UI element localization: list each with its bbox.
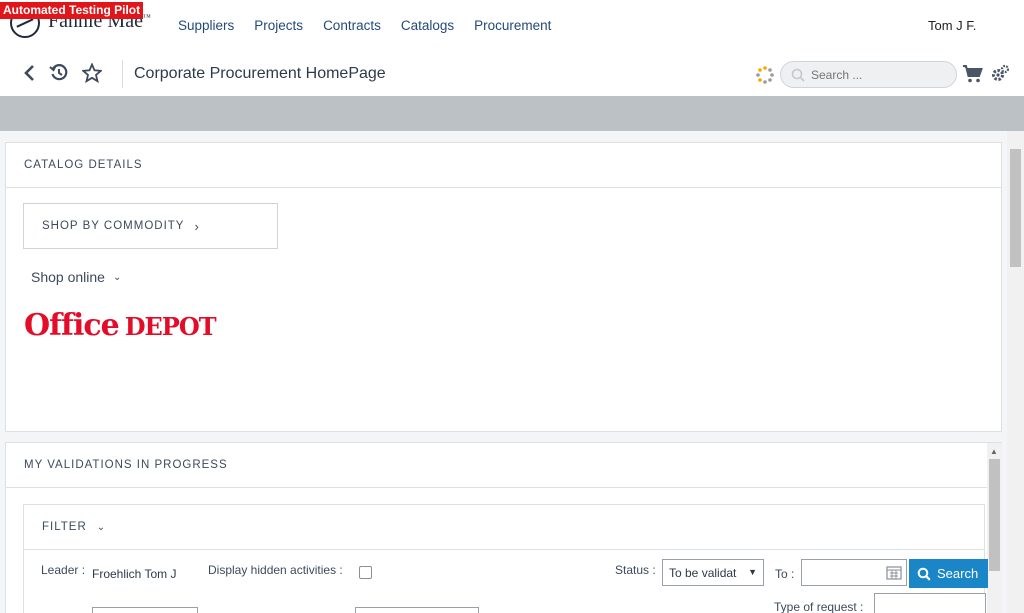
history-icon[interactable] bbox=[48, 62, 70, 84]
secondary-select[interactable] bbox=[355, 607, 479, 613]
settings-gears-icon[interactable] bbox=[990, 64, 1010, 84]
toolbar-divider bbox=[122, 60, 123, 88]
global-search-input[interactable] bbox=[811, 67, 951, 82]
scroll-up-arrow-icon[interactable]: ▲ bbox=[990, 447, 998, 456]
shop-by-commodity-button[interactable]: SHOP BY COMMODITY › bbox=[23, 203, 278, 249]
chevron-down-icon: ⌄ bbox=[112, 271, 122, 283]
to-date-label: To : bbox=[775, 567, 795, 581]
leader-label: Leader : bbox=[41, 563, 86, 577]
shop-by-commodity-label: SHOP BY COMMODITY bbox=[42, 220, 185, 232]
status-select[interactable]: To be validat ▼ bbox=[662, 559, 764, 586]
user-menu[interactable]: Tom J F. bbox=[928, 18, 976, 33]
from-date-field[interactable] bbox=[92, 607, 198, 613]
header-band bbox=[0, 96, 1024, 131]
loading-spinner-icon bbox=[756, 66, 774, 84]
validations-scrollbar-thumb[interactable] bbox=[989, 459, 1000, 571]
catalog-details-header: CATALOG DETAILS bbox=[6, 143, 1001, 188]
office-depot-logo[interactable]: Office DEPOT bbox=[24, 308, 217, 343]
nav-projects[interactable]: Projects bbox=[254, 18, 303, 33]
display-hidden-checkbox[interactable] bbox=[359, 566, 372, 579]
nav-contracts[interactable]: Contracts bbox=[323, 18, 381, 33]
page-scrollbar[interactable] bbox=[1007, 131, 1024, 613]
search-button-label: Search bbox=[937, 566, 979, 581]
type-of-request-label: Type of request : bbox=[774, 600, 864, 613]
to-date-field[interactable] bbox=[801, 559, 907, 586]
nav-catalogs[interactable]: Catalogs bbox=[401, 18, 454, 33]
back-arrow-icon[interactable] bbox=[18, 62, 40, 84]
shop-online-label: Shop online bbox=[31, 269, 105, 285]
status-label: Status : bbox=[615, 563, 656, 577]
leader-value: Froehlich Tom J bbox=[92, 567, 177, 581]
shop-online-dropdown[interactable]: Shop online ⌄ bbox=[31, 269, 121, 285]
page-toolbar: Corporate Procurement HomePage bbox=[0, 52, 1024, 96]
filter-toggle[interactable]: FILTER ⌄ bbox=[24, 505, 984, 550]
nav-suppliers[interactable]: Suppliers bbox=[178, 18, 234, 33]
nav-procurement[interactable]: Procurement bbox=[474, 18, 551, 33]
display-hidden-label: Display hidden activities : bbox=[208, 563, 343, 577]
search-icon bbox=[917, 567, 931, 581]
catalog-details-panel: CATALOG DETAILS SHOP BY COMMODITY › Shop… bbox=[5, 142, 1002, 432]
page-scrollbar-thumb[interactable] bbox=[1010, 149, 1021, 267]
chevron-right-icon: › bbox=[194, 218, 200, 234]
search-icon bbox=[791, 68, 805, 82]
favorite-star-icon[interactable] bbox=[81, 62, 103, 84]
validations-scrollbar[interactable]: ▲ bbox=[987, 443, 1002, 613]
my-validations-header: MY VALIDATIONS IN PROGRESS bbox=[6, 443, 1001, 488]
my-validations-panel: MY VALIDATIONS IN PROGRESS ▲ FILTER ⌄ Le… bbox=[5, 442, 1002, 613]
status-selected-value: To be validat bbox=[669, 565, 737, 580]
automated-testing-badge: Automated Testing Pilot bbox=[0, 2, 144, 19]
search-button[interactable]: Search bbox=[909, 559, 989, 588]
page-title: Corporate Procurement HomePage bbox=[134, 65, 386, 82]
shopping-cart-icon[interactable] bbox=[962, 64, 984, 84]
global-search[interactable] bbox=[780, 61, 957, 88]
chevron-down-icon: ⌄ bbox=[96, 521, 107, 533]
dropdown-arrow-icon: ▼ bbox=[748, 567, 757, 577]
main-nav: Suppliers Projects Contracts Catalogs Pr… bbox=[178, 18, 571, 33]
filter-label: FILTER bbox=[42, 521, 87, 533]
calendar-icon[interactable] bbox=[886, 565, 902, 580]
type-of-request-field[interactable] bbox=[874, 593, 986, 613]
top-navigation-bar: Automated Testing Pilot Fannie Mae™ Supp… bbox=[0, 0, 1024, 52]
